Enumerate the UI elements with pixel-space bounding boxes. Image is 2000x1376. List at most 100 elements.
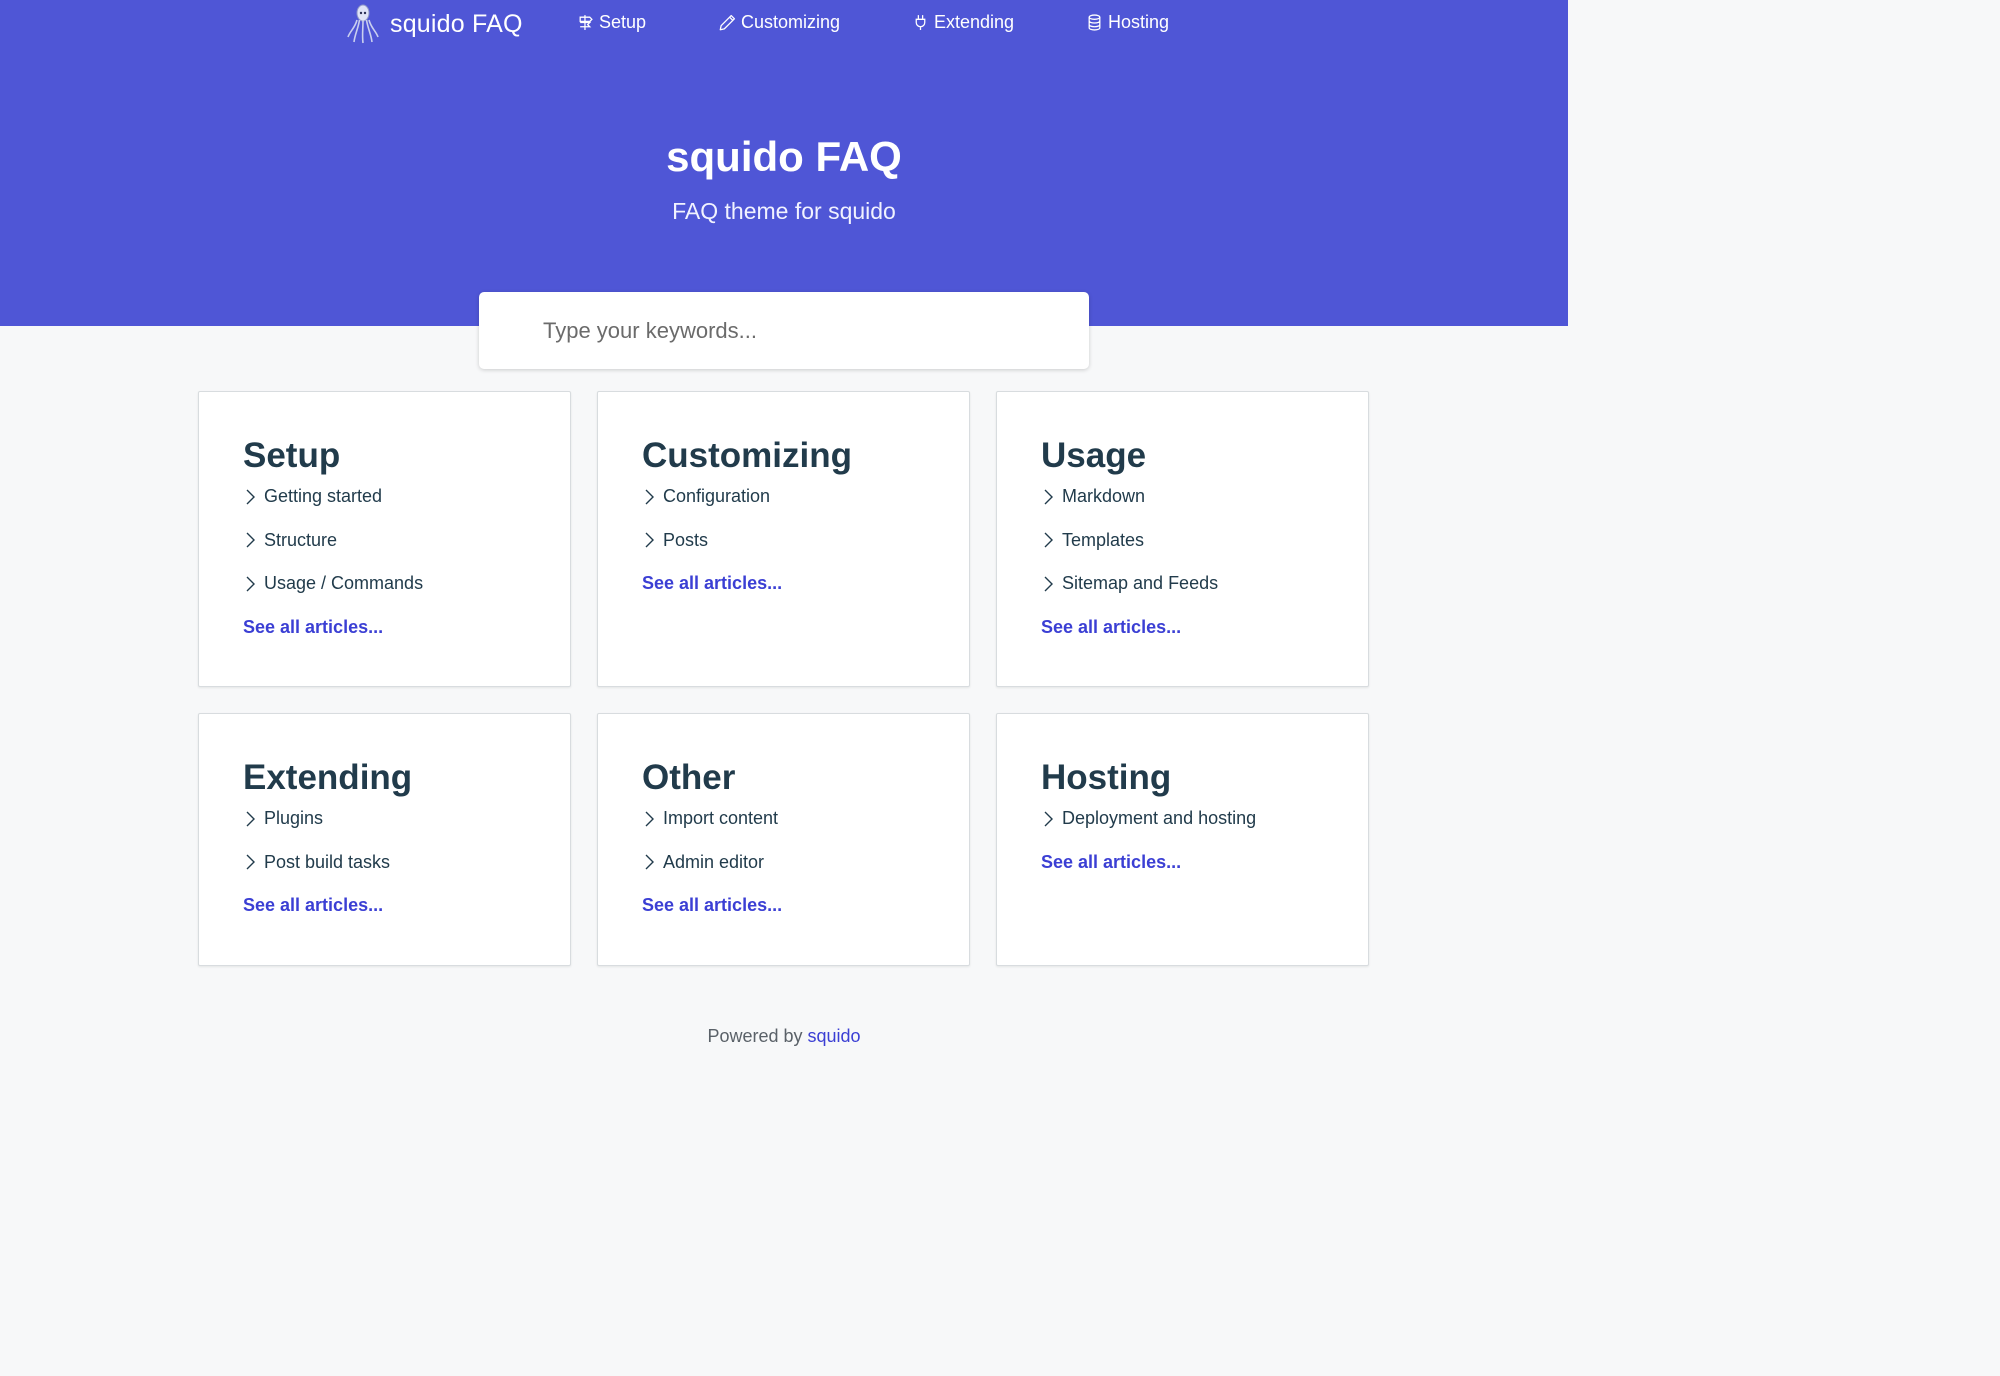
article-link[interactable]: Configuration: [642, 486, 770, 507]
article-label: Plugins: [264, 808, 324, 828]
chevron-right-icon: [246, 532, 255, 548]
article-list: Deployment and hosting See all articles.…: [1041, 808, 1256, 895]
chevron-right-icon: [246, 811, 255, 826]
article-label: Structure: [264, 529, 338, 550]
list-item: Configuration: [642, 486, 782, 530]
category-card-customizing: Customizing Configuration Posts See all …: [597, 391, 970, 687]
list-item: Templates: [1041, 530, 1218, 574]
list-item: Markdown: [1041, 486, 1218, 530]
chevron-right-icon: [645, 811, 654, 826]
see-all-articles-link[interactable]: See all articles...: [642, 573, 782, 617]
article-label: Admin editor: [663, 851, 765, 872]
hero-subtitle: FAQ theme for squido: [672, 198, 896, 224]
database-icon: [1088, 13, 1101, 31]
card-title: Customizing: [642, 436, 852, 475]
article-link[interactable]: Deployment and hosting: [1041, 808, 1256, 829]
card-title: Other: [642, 758, 736, 797]
chevron-right-icon: [1044, 532, 1053, 548]
chevron-right-icon: [246, 854, 255, 870]
category-card-extending: Extending Plugins Post build tasks See a…: [198, 713, 571, 966]
article-link[interactable]: Import content: [642, 808, 778, 829]
see-all-articles-link[interactable]: See all articles...: [642, 895, 782, 939]
card-title: Usage: [1041, 436, 1147, 475]
article-link[interactable]: Plugins: [243, 808, 323, 829]
card-title: Setup: [243, 436, 341, 475]
footer-prefix: Powered by: [707, 1026, 803, 1046]
list-item: Plugins: [243, 808, 390, 852]
article-link[interactable]: Post build tasks: [243, 852, 390, 873]
squid-logo-icon: [347, 4, 379, 44]
article-link[interactable]: Sitemap and Feeds: [1041, 573, 1218, 594]
plug-icon: [915, 14, 926, 30]
list-item: Usage / Commands: [243, 573, 423, 617]
top-nav: squido FAQ Setup Customizing Extending H…: [0, 0, 1568, 44]
article-label: Usage / Commands: [264, 573, 424, 593]
chevron-right-icon: [645, 489, 654, 504]
nav-link-label: Setup: [599, 11, 647, 32]
chevron-right-icon: [645, 532, 654, 548]
article-link[interactable]: Usage / Commands: [243, 573, 423, 594]
chevron-right-icon: [246, 576, 255, 591]
hero-banner: squido FAQ Setup Customizing Extending H…: [0, 0, 1568, 326]
chevron-right-icon: [1044, 811, 1053, 826]
nav-link-label: Extending: [934, 11, 1015, 32]
category-card-other: Other Import content Admin editor See al…: [597, 713, 970, 966]
list-item: Deployment and hosting: [1041, 808, 1256, 852]
list-item: Sitemap and Feeds: [1041, 573, 1218, 617]
list-item: Structure: [243, 530, 423, 574]
nav-link-label: Customizing: [741, 11, 841, 32]
see-all-articles-link[interactable]: See all articles...: [243, 617, 423, 661]
search-box: [479, 292, 1089, 369]
card-title: Hosting: [1041, 758, 1172, 797]
article-label: Templates: [1062, 529, 1145, 550]
nav-link-setup[interactable]: Setup: [577, 10, 646, 34]
category-card-usage: Usage Markdown Templates Sitemap and Fee…: [996, 391, 1369, 687]
article-link[interactable]: Admin editor: [642, 852, 764, 873]
list-item: Posts: [642, 530, 782, 574]
see-all-articles-link[interactable]: See all articles...: [1041, 852, 1256, 896]
brand-link[interactable]: squido FAQ: [346, 4, 523, 44]
article-link[interactable]: Templates: [1041, 530, 1144, 551]
card-title: Extending: [243, 758, 413, 797]
chevron-right-icon: [246, 489, 255, 504]
article-list: Import content Admin editor See all arti…: [642, 808, 782, 939]
nav-link-hosting[interactable]: Hosting: [1086, 10, 1169, 34]
brand-title: squido FAQ: [390, 9, 523, 38]
list-item: Admin editor: [642, 852, 782, 896]
article-label: Post build tasks: [264, 851, 391, 872]
article-label: Sitemap and Feeds: [1062, 573, 1219, 593]
chevron-right-icon: [645, 854, 654, 870]
list-item: Getting started: [243, 486, 423, 530]
article-link[interactable]: Structure: [243, 530, 337, 551]
list-item: Post build tasks: [243, 852, 390, 896]
chevron-right-icon: [1044, 489, 1053, 504]
nav-link-customizing[interactable]: Customizing: [719, 10, 840, 34]
article-link[interactable]: Getting started: [243, 486, 382, 507]
article-label: Getting started: [264, 486, 383, 506]
article-list: Markdown Templates Sitemap and Feeds See…: [1041, 486, 1218, 660]
search-input[interactable]: [543, 312, 1063, 350]
chevron-right-icon: [1044, 576, 1053, 591]
article-label: Deployment and hosting: [1062, 808, 1257, 828]
nav-link-extending[interactable]: Extending: [912, 10, 1014, 34]
article-label: Posts: [663, 529, 709, 550]
footer-squido-link[interactable]: squido: [808, 1026, 861, 1046]
see-all-articles-link[interactable]: See all articles...: [243, 895, 390, 939]
article-link[interactable]: Posts: [642, 530, 708, 551]
see-all-articles-link[interactable]: See all articles...: [1041, 617, 1218, 661]
signpost-icon: [579, 14, 593, 30]
page-footer: Powered by squido: [0, 1026, 1568, 1047]
article-list: Plugins Post build tasks See all article…: [243, 808, 390, 939]
hero-title: squido FAQ: [666, 133, 902, 180]
category-card-setup: Setup Getting started Structure Usage / …: [198, 391, 571, 687]
category-card-hosting: Hosting Deployment and hosting See all a…: [996, 713, 1369, 966]
list-item: Import content: [642, 808, 782, 852]
article-link[interactable]: Markdown: [1041, 486, 1145, 507]
article-label: Configuration: [663, 486, 771, 506]
article-list: Configuration Posts See all articles...: [642, 486, 782, 617]
pencil-icon: [719, 14, 736, 30]
article-label: Import content: [663, 808, 779, 828]
nav-link-label: Hosting: [1108, 11, 1170, 32]
article-list: Getting started Structure Usage / Comman…: [243, 486, 423, 660]
article-label: Markdown: [1062, 486, 1146, 506]
